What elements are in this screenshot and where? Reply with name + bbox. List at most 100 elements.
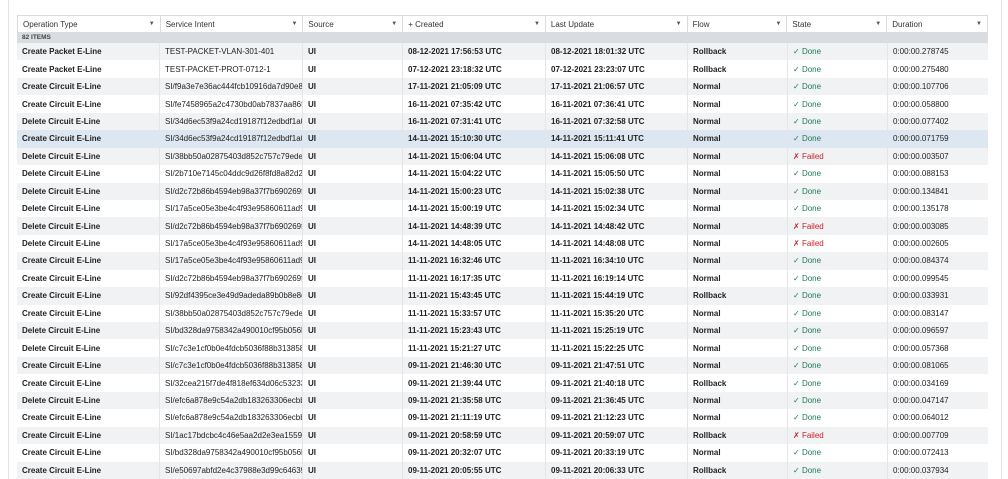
cell-duration: 0:00:00.275480 [893, 64, 949, 74]
column-header-state[interactable]: State ▼ [787, 16, 888, 32]
cell-state: ✓ Done [788, 112, 888, 131]
table-row[interactable]: Create Circuit E-Line SI/17a5ce05e3be4c4f… [17, 252, 988, 270]
table-row[interactable]: Create Circuit E-Line SI/c7c3e1cf0b0e4fdc… [17, 356, 988, 375]
cell-duration: 0:00:00.096597 [893, 326, 949, 336]
cell-last-update: 11-11-2021 16:34:10 UTC [546, 252, 688, 270]
cell-state: ✓ Done [788, 95, 888, 113]
cell-source: UI [303, 356, 403, 375]
table-row[interactable]: Delete Circuit E-Line SI/bd328da9758342a4… [17, 322, 988, 340]
table-row[interactable]: Create Circuit E-Line SI/efc6a878e9c54a2d… [17, 409, 988, 427]
cell-state: ✗ Failed [788, 217, 888, 235]
column-header-flow[interactable]: Flow ▼ [688, 16, 788, 32]
table-row[interactable]: Delete Circuit E-Line SI/efc6a878e9c54a2d… [17, 391, 988, 410]
cell-service-intent: SI/34d6ec53f9a24cd19187f12edbdf1a0f [160, 130, 303, 148]
table-row[interactable]: Delete Circuit E-Line SI/34d6ec53f9a24cd1… [17, 112, 988, 131]
cell-duration: 0:00:00.047147 [893, 395, 949, 405]
table-row[interactable]: Create Circuit E-Line SI/f9a3e7e36ac444fc… [17, 77, 988, 96]
cell-operation-type: Create Circuit E-Line [17, 374, 160, 392]
column-header-operation-type[interactable]: Operation Type ▼ [18, 16, 161, 32]
column-label: Service Intent [165, 19, 215, 29]
table-row[interactable]: Create Circuit E-Line SI/92df4395ce3e49d9… [17, 287, 988, 305]
table-row[interactable]: Create Circuit E-Line SI/1ac17bdcbc4c46e5… [17, 426, 988, 445]
caret-down-icon[interactable]: ▼ [291, 21, 297, 27]
table-row[interactable]: Create Packet E-Line TEST-PACKET-VLAN-301… [17, 43, 988, 61]
table-row[interactable]: Create Circuit E-Line SI/e50697abfd2e4c37… [17, 461, 988, 479]
caret-down-icon[interactable]: ▼ [534, 21, 540, 27]
table-row[interactable]: Create Circuit E-Line SI/bd328da9758342a4… [17, 444, 988, 462]
cell-operation-type: Create Circuit E-Line [17, 252, 160, 270]
table-row[interactable]: Delete Circuit E-Line SI/c7c3e1cf0b0e4fdc… [17, 339, 988, 357]
cell-created: 09-11-2021 21:39:44 UTC [403, 374, 546, 392]
cell-source: UI [303, 322, 403, 340]
cell-service-intent: SI/17a5ce05e3be4c4f93e95860611ad980 [160, 234, 303, 253]
table-row[interactable]: Delete Circuit E-Line SI/38bb50a02875403d… [17, 147, 988, 166]
table-header: Operation Type ▼ Service Intent ▼ Source ▼ + C… [17, 15, 988, 33]
cell-state: ✓ Done [788, 322, 888, 340]
cell-service-intent: SI/d2c72b86b4594eb98a37f7b690269f78 [160, 217, 303, 235]
caret-down-icon[interactable]: ▼ [391, 21, 397, 27]
cell-last-update: 11-11-2021 15:25:19 UTC [546, 322, 688, 340]
cell-duration: 0:00:00.037934 [893, 465, 949, 475]
cell-state: ✓ Done [788, 77, 888, 96]
column-header-source[interactable]: Source ▼ [303, 16, 404, 32]
table-row[interactable]: Delete Circuit E-Line SI/17a5ce05e3be4c4f… [17, 199, 988, 218]
cell-flow: Normal [688, 391, 788, 410]
cell-source: UI [303, 287, 403, 305]
cell-operation-type: Create Circuit E-Line [17, 409, 160, 427]
cell-source: UI [303, 374, 403, 392]
cell-source: UI [303, 60, 403, 78]
caret-down-icon[interactable]: ▼ [775, 21, 781, 27]
cell-source: UI [303, 409, 403, 427]
table-row[interactable]: Create Circuit E-Line SI/fe7458965a2c4730… [17, 95, 988, 113]
check-icon: ✓ [793, 361, 800, 371]
column-header-created[interactable]: + Created ▼ [403, 16, 546, 32]
cell-last-update: 09-11-2021 20:59:07 UTC [546, 426, 688, 445]
cell-flow: Normal [688, 269, 788, 288]
status-text: Failed [801, 221, 824, 231]
cell-flow: Normal [688, 252, 788, 270]
table-row[interactable]: Delete Circuit E-Line SI/d2c72b86b4594eb9… [17, 217, 988, 235]
x-icon: ✗ [793, 221, 800, 231]
caret-down-icon[interactable]: ▼ [976, 21, 982, 27]
cell-service-intent: SI/1ac17bdcbc4c46e5aa2d2e3ea1559b33 [160, 426, 303, 445]
check-icon: ✓ [793, 308, 800, 318]
cell-duration: 0:00:00.064012 [893, 413, 949, 423]
table-row[interactable]: Create Circuit E-Line SI/34d6ec53f9a24cd1… [17, 130, 988, 148]
cell-created: 16-11-2021 07:31:41 UTC [403, 112, 546, 131]
cell-created: 07-12-2021 23:18:32 UTC [403, 60, 546, 78]
cell-source: UI [303, 199, 403, 218]
table-row[interactable]: Delete Circuit E-Line SI/2b710e7145c04ddc… [17, 165, 988, 183]
column-header-last-update[interactable]: Last Update ▼ [546, 16, 688, 32]
cell-flow: Normal [688, 217, 788, 235]
table-row[interactable]: Create Circuit E-Line SI/d2c72b86b4594eb9… [17, 269, 988, 288]
table-body: Create Packet E-Line TEST-PACKET-VLAN-301… [17, 43, 988, 479]
caret-down-icon[interactable]: ▼ [676, 21, 682, 27]
status-text: Done [801, 64, 822, 74]
cell-service-intent: SI/38bb50a02875403d852c757c79ede17f [160, 304, 303, 322]
cell-operation-type: Delete Circuit E-Line [17, 199, 160, 218]
column-header-service-intent[interactable]: Service Intent ▼ [161, 16, 304, 32]
status-text: Done [801, 273, 822, 283]
cell-source: UI [303, 426, 403, 445]
table-row[interactable]: Create Packet E-Line TEST-PACKET-PROT-071… [17, 60, 988, 78]
table-row[interactable]: Create Circuit E-Line SI/32cea215f7de4f81… [17, 374, 988, 392]
status-text: Done [801, 47, 822, 57]
table-row[interactable]: Delete Circuit E-Line SI/d2c72b86b4594eb9… [17, 182, 988, 200]
table-row[interactable]: Delete Circuit E-Line SI/17a5ce05e3be4c4f… [17, 234, 988, 253]
cell-last-update: 14-11-2021 15:06:08 UTC [546, 147, 688, 166]
cell-last-update: 07-12-2021 23:23:07 UTC [546, 60, 688, 78]
column-label: State [792, 19, 812, 29]
column-label: + Created [408, 19, 444, 29]
check-icon: ✓ [793, 413, 800, 423]
table-row[interactable]: Create Circuit E-Line SI/38bb50a02875403d… [17, 304, 988, 322]
caret-down-icon[interactable]: ▼ [149, 21, 155, 27]
cell-last-update: 11-11-2021 15:22:25 UTC [546, 339, 688, 357]
check-icon: ✓ [793, 82, 800, 92]
caret-down-icon[interactable]: ▼ [875, 21, 881, 27]
column-header-duration[interactable]: Duration ▼ [887, 16, 987, 32]
cell-created: 11-11-2021 15:23:43 UTC [403, 322, 546, 340]
status-text: Done [801, 82, 822, 92]
cell-operation-type: Create Circuit E-Line [17, 426, 160, 445]
cell-created: 14-11-2021 14:48:05 UTC [403, 234, 546, 253]
cell-last-update: 11-11-2021 16:19:14 UTC [546, 269, 688, 288]
